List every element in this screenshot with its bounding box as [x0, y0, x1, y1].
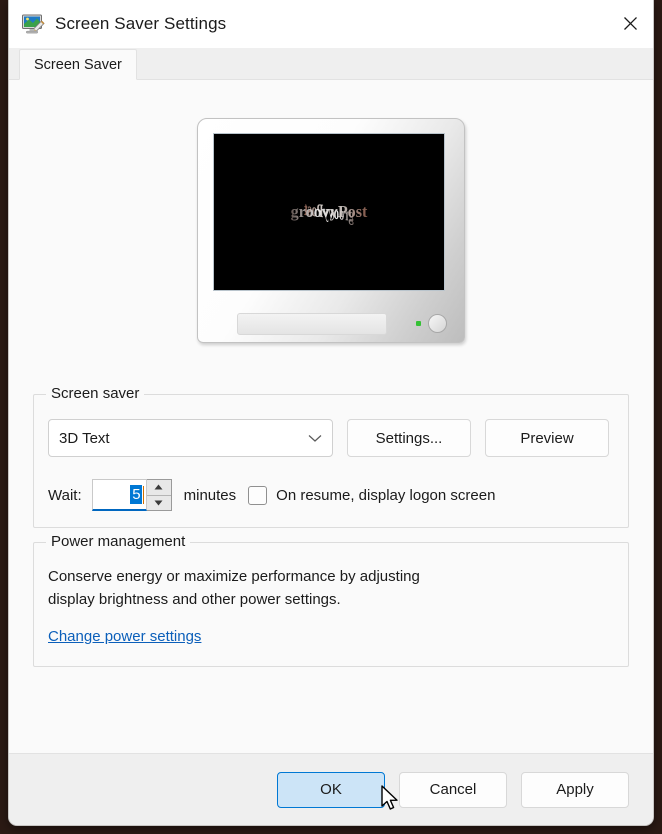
monitor-power-button-icon — [428, 313, 447, 333]
screen-saver-group: Screen saver 3D Text Settings... Preview… — [33, 385, 629, 528]
wait-spinner[interactable]: 5 — [91, 479, 172, 511]
screen-saver-settings-dialog: Screen Saver Settings Screen Saver groov… — [8, 0, 654, 826]
spinner-buttons — [146, 479, 172, 511]
text-caret — [142, 485, 144, 504]
screenshot-root: Screen Saver Settings Screen Saver groov… — [0, 0, 662, 834]
ok-button[interactable]: OK — [277, 771, 385, 808]
close-button[interactable] — [607, 0, 653, 47]
screen-saver-group-title: Screen saver — [46, 385, 145, 402]
wait-input[interactable]: 5 — [91, 479, 147, 511]
cancel-button[interactable]: Cancel — [399, 771, 507, 808]
preview-button[interactable]: Preview — [485, 419, 609, 457]
screen-saver-dropdown[interactable]: 3D Text — [48, 419, 333, 457]
wait-label: Wait: — [48, 486, 82, 504]
power-management-group-title: Power management — [46, 533, 191, 550]
monitor-screen: groovyPost groovyPost — [213, 132, 445, 291]
logon-screen-checkbox[interactable] — [248, 485, 268, 505]
minutes-label: minutes — [183, 486, 237, 504]
logon-screen-label: On resume, display logon screen — [276, 486, 496, 504]
monitor-bezel-panel — [237, 312, 387, 335]
svg-text:groovyPost: groovyPost — [291, 201, 368, 220]
power-description-line-1: Conserve energy or maximize performance … — [48, 568, 420, 585]
screen-saver-text: groovyPost groovyPost — [291, 198, 368, 225]
screen-saver-selection-row: 3D Text Settings... Preview — [48, 419, 614, 457]
screen-saver-dropdown-value: 3D Text — [59, 429, 110, 447]
power-description-line-2: display brightness and other power setti… — [48, 591, 341, 609]
screen-saver-group-body: 3D Text Settings... Preview Wait: 5 minu… — [34, 395, 628, 527]
power-management-group: Power management Conserve energy or maxi… — [33, 533, 629, 667]
crt-monitor-preview: groovyPost groovyPost — [197, 117, 465, 343]
settings-button[interactable]: Settings... — [347, 419, 471, 457]
tab-screen-saver[interactable]: Screen Saver — [19, 49, 137, 80]
tab-strip: Screen Saver — [9, 48, 653, 80]
dialog-footer: OK Cancel Apply — [9, 753, 653, 825]
power-led-icon — [416, 320, 421, 326]
dialog-content: groovyPost groovyPost Screen saver 3D Te… — [9, 80, 653, 753]
window-title: Screen Saver Settings — [55, 14, 227, 33]
apply-button[interactable]: Apply — [521, 771, 629, 808]
spinner-up-button[interactable] — [146, 480, 171, 496]
display-settings-icon — [21, 12, 45, 36]
spinner-down-button[interactable] — [147, 496, 171, 511]
title-bar: Screen Saver Settings — [9, 0, 653, 48]
wait-input-value: 5 — [130, 485, 142, 504]
preview-area: groovyPost groovyPost — [33, 80, 629, 380]
change-power-settings-link[interactable]: Change power settings — [48, 628, 201, 645]
tab-label: Screen Saver — [34, 56, 122, 73]
chevron-down-icon — [308, 430, 322, 447]
power-management-body: Conserve energy or maximize performance … — [34, 543, 628, 666]
wait-row: Wait: 5 minutes On resume, display logon… — [48, 479, 614, 511]
